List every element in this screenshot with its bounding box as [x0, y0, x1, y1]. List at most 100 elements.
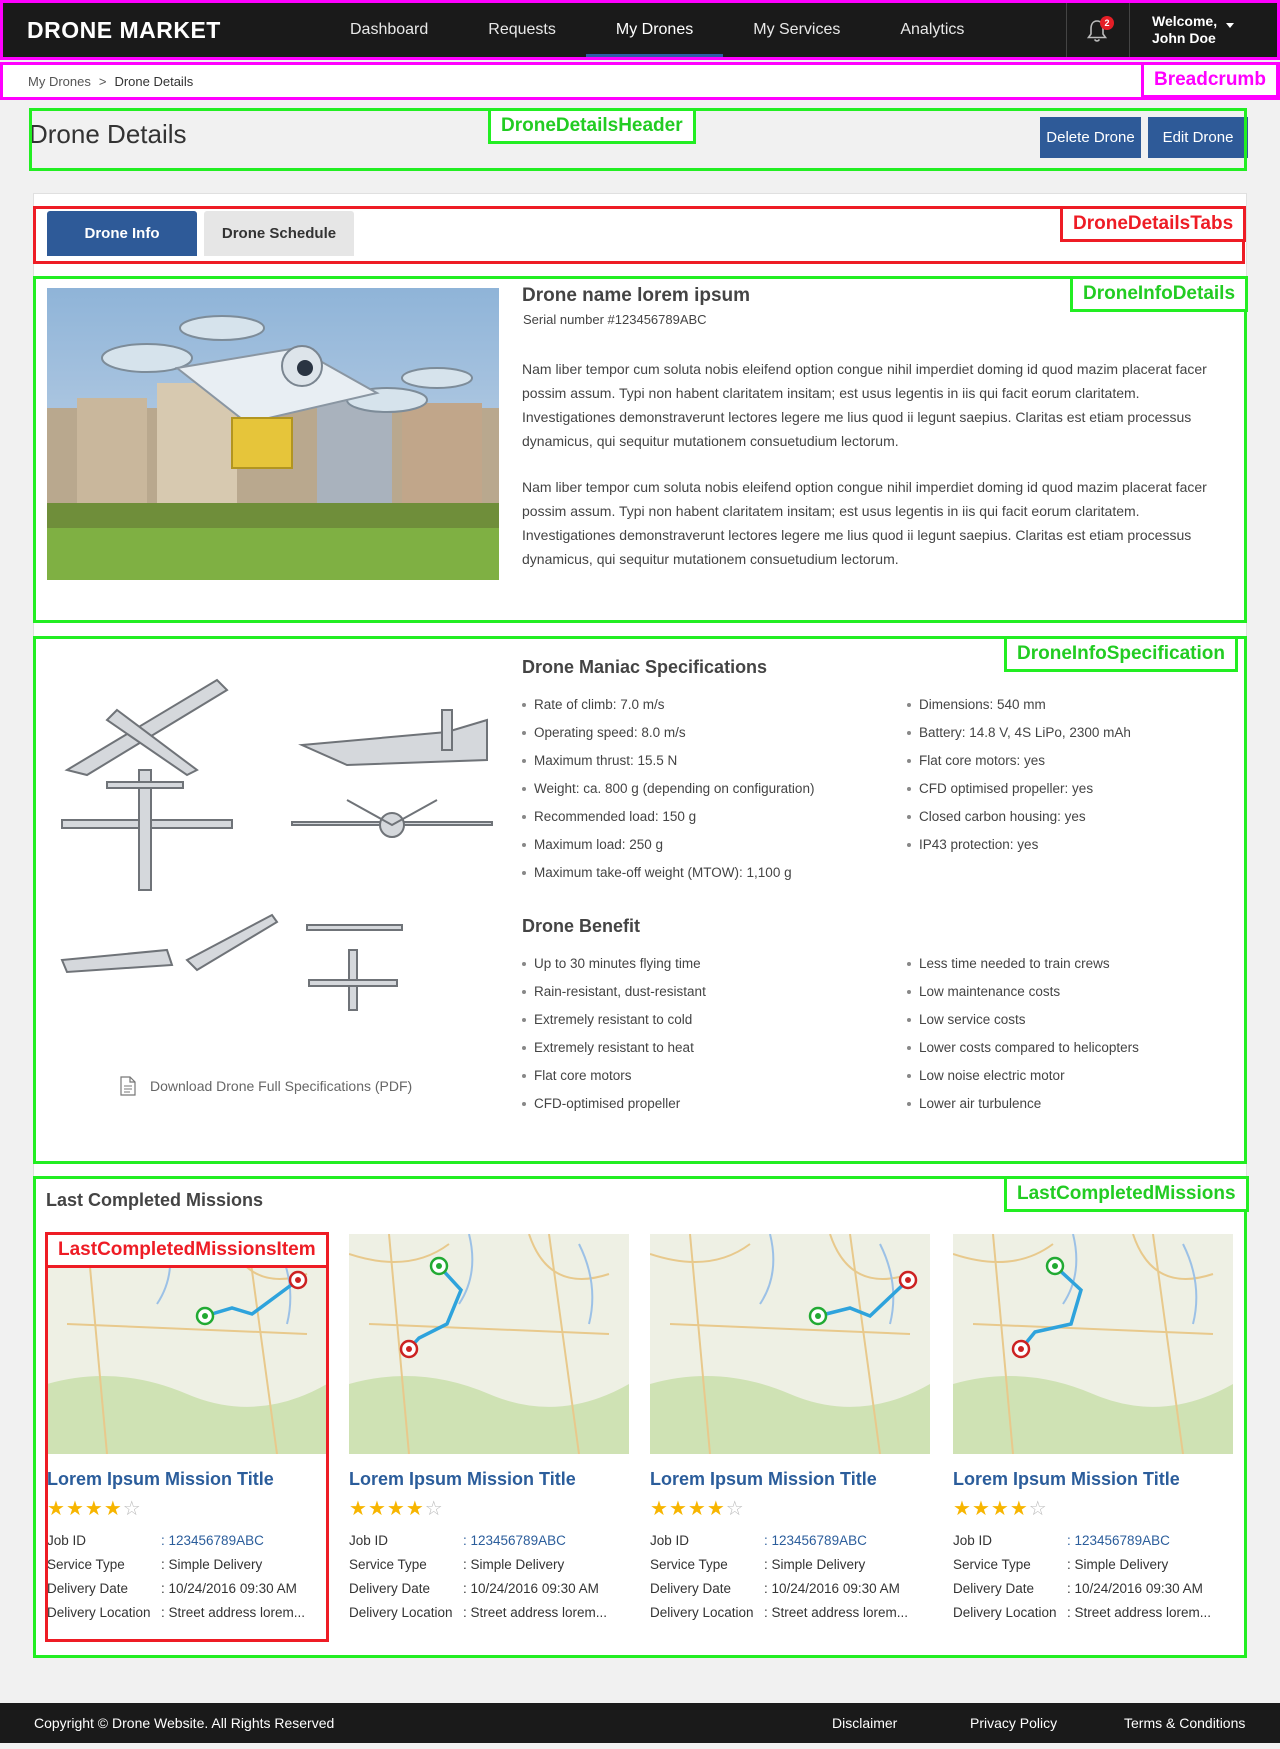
- mission-title[interactable]: Lorem Ipsum Mission Title: [650, 1469, 930, 1490]
- job-id-value[interactable]: : 123456789ABC: [764, 1529, 930, 1553]
- benefit-item: Extremely resistant to heat: [522, 1034, 892, 1062]
- annotation-label-header: DroneDetailsHeader: [488, 108, 696, 144]
- specifications-list-right: Dimensions: 540 mm Battery: 14.8 V, 4S L…: [907, 691, 1227, 859]
- user-menu[interactable]: Welcome, John Doe: [1152, 13, 1217, 47]
- footer-link-terms[interactable]: Terms & Conditions: [1124, 1715, 1245, 1731]
- mission-rating: ★★★★☆: [47, 1496, 327, 1521]
- delivery-location-label: Delivery Location: [349, 1605, 453, 1620]
- star-filled-icon: ★: [990, 1498, 1010, 1520]
- star-filled-icon: ★: [687, 1498, 707, 1520]
- spec-item: Flat core motors: yes: [907, 747, 1227, 775]
- mission-card[interactable]: Lorem Ipsum Mission Title ★★★★☆ Job ID : 12…: [47, 1234, 327, 1625]
- star-filled-icon: ★: [349, 1498, 368, 1520]
- delivery-date-label: Delivery Date: [349, 1581, 431, 1596]
- drone-spec-images: [60, 678, 493, 1011]
- nav-requests[interactable]: Requests: [458, 0, 586, 60]
- spec-item: Battery: 14.8 V, 4S LiPo, 2300 mAh: [907, 719, 1227, 747]
- brand-logo[interactable]: DRONE MARKET: [27, 17, 221, 44]
- delivery-date-label: Delivery Date: [47, 1581, 129, 1596]
- job-id-label: Job ID: [953, 1533, 993, 1548]
- mission-title[interactable]: Lorem Ipsum Mission Title: [349, 1469, 629, 1490]
- benefit-item: Low noise electric motor: [907, 1062, 1227, 1090]
- specifications-list-left: Rate of climb: 7.0 m/s Operating speed: …: [522, 691, 892, 887]
- nav-my-services[interactable]: My Services: [723, 0, 870, 60]
- nav-my-drones[interactable]: My Drones: [585, 0, 724, 60]
- download-specs-link[interactable]: Download Drone Full Specifications (PDF): [120, 1076, 412, 1096]
- edit-drone-button[interactable]: Edit Drone: [1148, 117, 1248, 158]
- mission-details: Job ID: 123456789ABC Service Type: Simple…: [650, 1529, 930, 1625]
- mission-row-delivery-location: Delivery Location: Street address lorem.…: [953, 1601, 1233, 1625]
- mission-card[interactable]: Lorem Ipsum Mission Title ★★★★☆ Job ID: 12…: [953, 1234, 1233, 1625]
- service-type-value: : Simple Delivery: [463, 1557, 565, 1572]
- job-id-label: Job ID: [47, 1533, 87, 1548]
- notification-badge: 2: [1100, 16, 1114, 30]
- job-id-label: Job ID: [349, 1533, 389, 1548]
- benefit-item: Extremely resistant to cold: [522, 1006, 892, 1034]
- drone-description-2: Nam liber tempor cum soluta nobis eleife…: [522, 479, 1207, 567]
- nav-analytics[interactable]: Analytics: [870, 0, 994, 60]
- spec-item: Maximum take-off weight (MTOW): 1,100 g: [522, 859, 892, 887]
- spec-item: Operating speed: 8.0 m/s: [522, 719, 892, 747]
- welcome-label: Welcome,: [1152, 13, 1218, 29]
- job-id-value[interactable]: : 123456789ABC: [463, 1529, 629, 1553]
- tab-drone-schedule[interactable]: Drone Schedule: [204, 211, 354, 256]
- chevron-down-icon[interactable]: [1226, 23, 1234, 28]
- nav-dashboard[interactable]: Dashboard: [320, 0, 458, 60]
- mission-rating: ★★★★☆: [349, 1496, 629, 1521]
- delivery-date-value: : 10/24/2016 09:30 AM: [161, 1581, 297, 1596]
- job-id-value[interactable]: : 123456789ABC: [1067, 1529, 1233, 1553]
- mission-card[interactable]: Lorem Ipsum Mission Title ★★★★☆ Job ID: 12…: [650, 1234, 930, 1625]
- delivery-date-label: Delivery Date: [953, 1581, 1035, 1596]
- mission-details: Job ID : 123456789ABC Service Type: Simple…: [47, 1529, 327, 1625]
- footer-link-disclaimer[interactable]: Disclaimer: [832, 1715, 897, 1731]
- benefits-list-left: Up to 30 minutes flying time Rain-resist…: [522, 950, 892, 1118]
- star-filled-icon: ★: [386, 1498, 406, 1520]
- service-type-label: Service Type: [349, 1557, 427, 1572]
- mission-row-service-type: Service Type: Simple Delivery: [47, 1553, 327, 1577]
- service-type-label: Service Type: [47, 1557, 125, 1572]
- spec-item: Maximum load: 250 g: [522, 831, 892, 859]
- delivery-location-label: Delivery Location: [47, 1605, 151, 1620]
- spec-item: CFD optimised propeller: yes: [907, 775, 1227, 803]
- service-type-label: Service Type: [650, 1557, 728, 1572]
- mission-row-delivery-date: Delivery Date : 10/24/2016 09:30 AM: [953, 1577, 1233, 1601]
- user-name: John Doe: [1152, 30, 1216, 46]
- tab-drone-info[interactable]: Drone Info: [47, 211, 197, 256]
- delivery-location-value: : Street address lorem...: [764, 1605, 909, 1620]
- delivery-location-label: Delivery Location: [953, 1605, 1057, 1620]
- job-id-value[interactable]: : 123456789ABC: [161, 1529, 327, 1553]
- delivery-location-label: Delivery Location: [650, 1605, 754, 1620]
- footer-link-privacy[interactable]: Privacy Policy: [970, 1715, 1057, 1731]
- specifications-title: Drone Maniac Specifications: [522, 657, 768, 677]
- delivery-date-label: Delivery Date: [650, 1581, 732, 1596]
- mission-row-delivery-date: Delivery Date : 10/24/2016 09:30 AM: [650, 1577, 930, 1601]
- mission-title[interactable]: Lorem Ipsum Mission Title: [47, 1469, 327, 1490]
- notifications-button[interactable]: 2: [1066, 3, 1130, 57]
- mission-route-map: [47, 1234, 327, 1454]
- mission-row-service-type: Service Type: Simple Delivery: [650, 1553, 930, 1577]
- star-filled-icon: ★: [706, 1498, 726, 1520]
- benefit-item: CFD-optimised propeller: [522, 1090, 892, 1118]
- delivery-date-value: : 10/24/2016 09:30 AM: [764, 1581, 900, 1596]
- service-type-label: Service Type: [953, 1557, 1031, 1572]
- copyright: Copyright © Drone Website. All Rights Re…: [34, 1715, 335, 1731]
- drone-description-1: Nam liber tempor cum soluta nobis eleife…: [522, 361, 1207, 449]
- missions-title: Last Completed Missions: [46, 1190, 264, 1210]
- star-filled-icon: ★: [668, 1498, 688, 1520]
- delete-drone-button[interactable]: Delete Drone: [1040, 117, 1141, 158]
- spec-item: Closed carbon housing: yes: [907, 803, 1227, 831]
- spec-item: Recommended load: 150 g: [522, 803, 892, 831]
- mission-card[interactable]: Lorem Ipsum Mission Title ★★★★☆ Job ID: 12…: [349, 1234, 629, 1625]
- mission-row-delivery-location: Delivery Location: Street address lorem.…: [349, 1601, 629, 1625]
- delivery-date-value: : 10/24/2016 09:30 AM: [1067, 1581, 1203, 1596]
- breadcrumb-current: Drone Details: [114, 74, 194, 89]
- footer: Copyright © Drone Website. All Rights Re…: [0, 1703, 1280, 1743]
- mission-row-job-id: Job ID : 123456789ABC: [47, 1529, 327, 1553]
- mission-route-map: [349, 1234, 629, 1454]
- breadcrumb-my-drones[interactable]: My Drones: [28, 74, 91, 89]
- mission-title[interactable]: Lorem Ipsum Mission Title: [953, 1469, 1233, 1490]
- mission-row-delivery-location: Delivery Location: Street address lorem.…: [47, 1601, 327, 1625]
- mission-row-job-id: Job ID : 123456789ABC: [349, 1529, 629, 1553]
- mission-route-map: [953, 1234, 1233, 1454]
- benefit-item: Low maintenance costs: [907, 978, 1227, 1006]
